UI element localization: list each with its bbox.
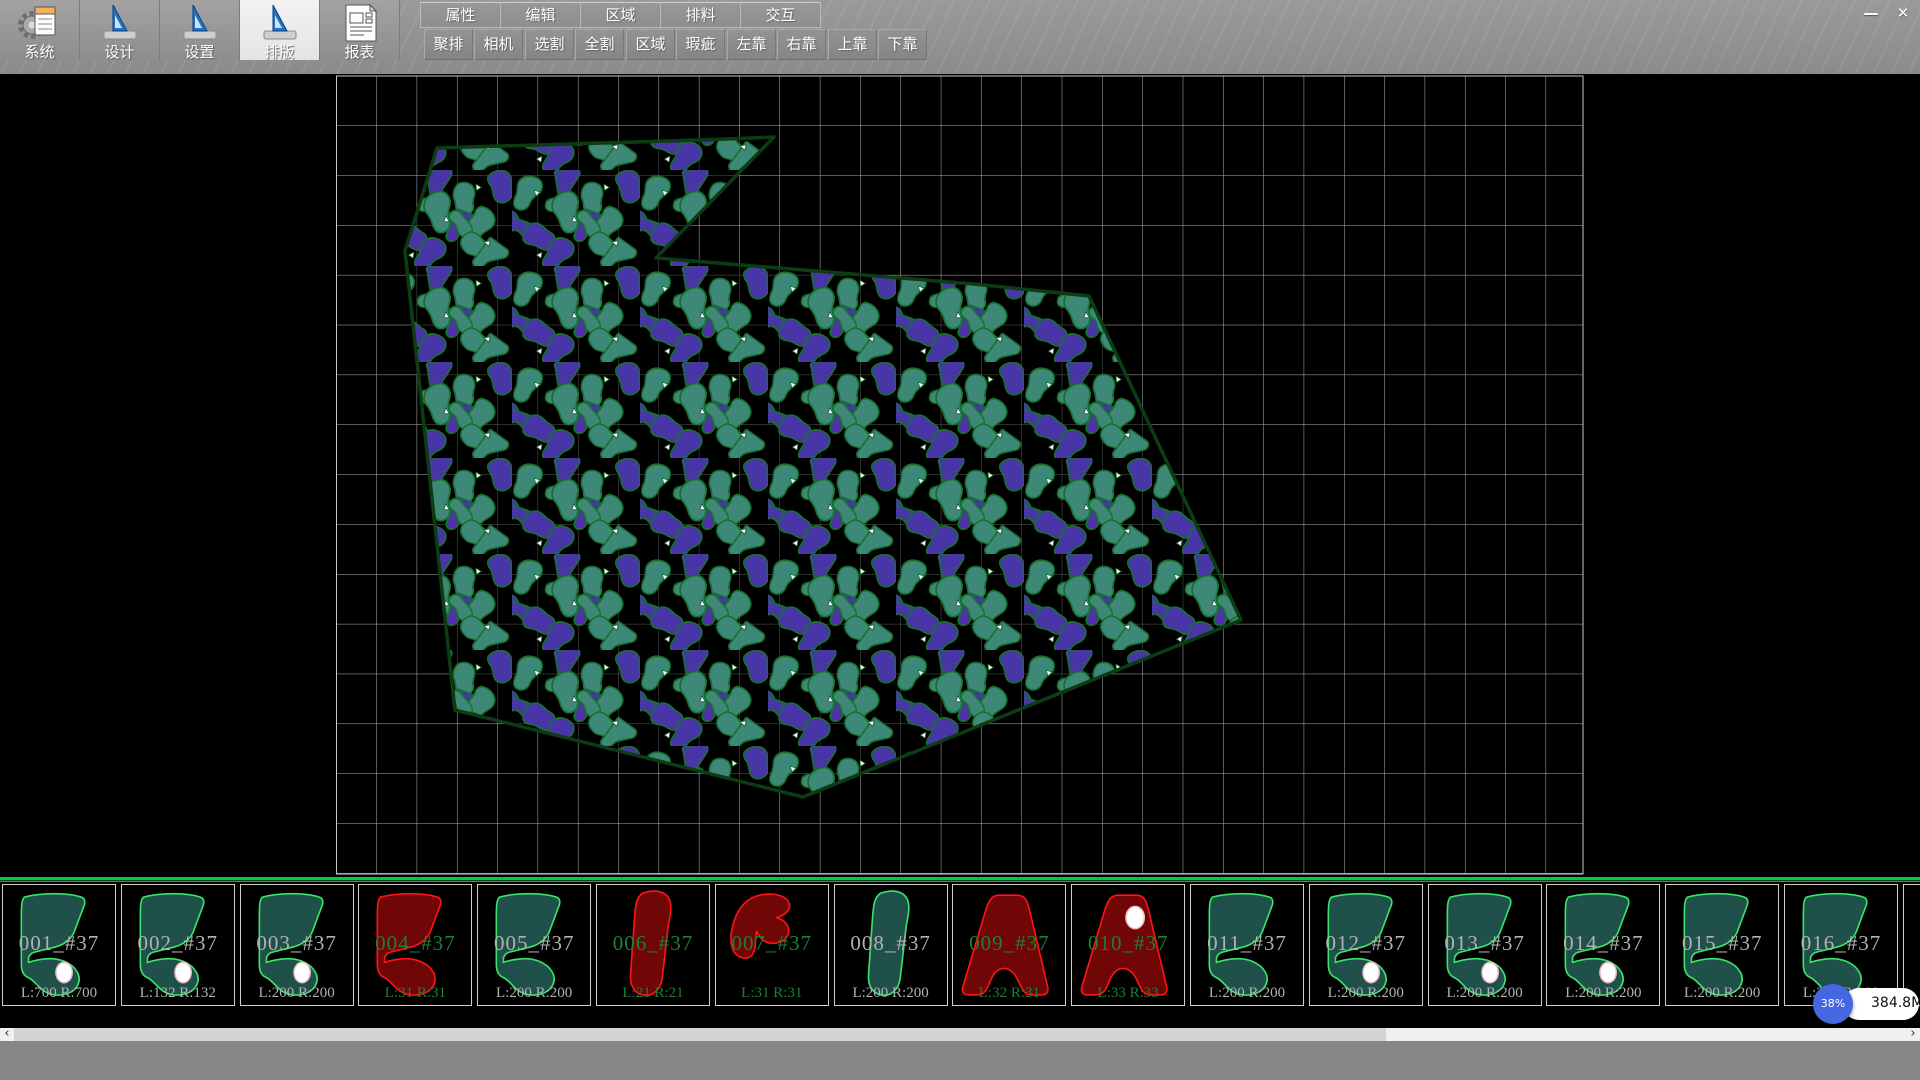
- memory-percent-text: 38%: [1813, 997, 1853, 1010]
- thumb-lr-count: L:700 R:700: [3, 985, 115, 1002]
- thumb-label: 011_#37: [1191, 931, 1303, 956]
- tab-system[interactable]: 系统: [0, 0, 80, 60]
- gear-system-icon: [18, 3, 62, 43]
- scroll-left-arrow[interactable]: ‹: [0, 1028, 14, 1041]
- tab-label: 排版: [240, 41, 319, 62]
- thumb-label: 006_#37: [597, 931, 709, 956]
- thumb-lr-count: L:32 R:31: [953, 985, 1065, 1002]
- thumb-label: 007_#37: [716, 931, 828, 956]
- thumb-lr-count: L:31 R:31: [716, 985, 828, 1002]
- thumbnail[interactable]: 007_#37 L:31 R:31: [715, 884, 829, 1006]
- thumbnail[interactable]: 009_#37 L:32 R:31: [952, 884, 1066, 1006]
- thumb-label: 009_#37: [953, 931, 1065, 956]
- memory-percent-circle: 38%: [1813, 984, 1853, 1024]
- tool-align-left[interactable]: 左靠: [727, 29, 776, 60]
- memory-size-text: 384.8M: [1871, 995, 1920, 1011]
- tool-region[interactable]: 区域: [626, 29, 675, 60]
- ruler-design-icon: [98, 3, 142, 43]
- tool-cluster-nest[interactable]: 聚排: [424, 29, 473, 60]
- tool-cut-all[interactable]: 全割: [575, 29, 624, 60]
- thumbnail[interactable]: 005_#37 L:200 R:200: [477, 884, 591, 1006]
- thumb-lr-count: L:33 R:33: [1072, 985, 1184, 1002]
- tab-settings[interactable]: 设置: [160, 0, 240, 60]
- menu-region[interactable]: 区域: [580, 2, 661, 28]
- thumb-lr-count: L:200 R:200: [241, 985, 353, 1002]
- menu-edit[interactable]: 编辑: [500, 2, 581, 28]
- thumbnail[interactable]: 001_#37 L:700 R:700: [2, 884, 116, 1006]
- thumb-lr-count: L:132 R:132: [122, 985, 234, 1002]
- thumbnail[interactable]: 013_#37 L:200 R:200: [1428, 884, 1542, 1006]
- ruler-settings-icon: [178, 3, 222, 43]
- status-bar: [0, 1041, 1920, 1080]
- thumbnail-strip: 001_#37 L:700 R:700 002_#37 L:132 R:132 …: [0, 877, 1920, 1028]
- thumb-label: 004_#37: [359, 931, 471, 956]
- report-document-icon: [338, 3, 382, 43]
- thumb-lr-count: L:200 R:200: [1429, 985, 1541, 1002]
- menu-interact[interactable]: 交互: [740, 2, 821, 28]
- tab-nesting-active[interactable]: 排版: [240, 0, 320, 60]
- thumb-lr-count: L:200 R:200: [1547, 985, 1659, 1002]
- menu-properties[interactable]: 属性: [420, 2, 501, 28]
- memory-size-pill: 384.8M: [1843, 988, 1919, 1020]
- menu-nesting[interactable]: 排料: [660, 2, 741, 28]
- tab-label: 设置: [160, 41, 239, 62]
- ruler-nesting-icon: [258, 3, 302, 43]
- nesting-view: [0, 74, 1920, 877]
- memory-badge: 384.8M 38%: [1813, 984, 1920, 1026]
- tool-camera[interactable]: 相机: [474, 29, 523, 60]
- thumb-label: 003_#37: [241, 931, 353, 956]
- thumbnail[interactable]: 003_#37 L:200 R:200: [240, 884, 354, 1006]
- nesting-canvas[interactable]: [0, 74, 1920, 877]
- tool-select-cut[interactable]: 选割: [525, 29, 574, 60]
- thumbnail[interactable]: 008_#37 L:200 R:200: [834, 884, 948, 1006]
- thumb-label: 002_#37: [122, 931, 234, 956]
- tab-label: 设计: [80, 41, 159, 62]
- horizontal-scrollbar[interactable]: ‹ ›: [0, 1028, 1920, 1041]
- tool-align-right[interactable]: 右靠: [777, 29, 826, 60]
- thumb-lr-count: L:200 R:200: [1666, 985, 1778, 1002]
- tool-defect[interactable]: 瑕疵: [676, 29, 725, 60]
- thumb-label: 016_#37: [1785, 931, 1897, 956]
- thumb-lr-count: L:200 R:200: [835, 985, 947, 1002]
- thumb-label: 001_#37: [3, 931, 115, 956]
- thumbnail[interactable]: 002_#37 L:132 R:132: [121, 884, 235, 1006]
- tab-design[interactable]: 设计: [80, 0, 160, 60]
- thumb-lr-count: L:31 R:31: [359, 985, 471, 1002]
- thumbnail[interactable]: 006_#37 L:21 R:21: [596, 884, 710, 1006]
- scroll-right-arrow[interactable]: ›: [1906, 1028, 1920, 1041]
- thumbnail[interactable]: 011_#37 L:200 R:200: [1190, 884, 1304, 1006]
- thumbnail[interactable]: 015_#37 L:200 R:200: [1665, 884, 1779, 1006]
- tab-report[interactable]: 报表: [320, 0, 400, 60]
- minimize-button[interactable]: —: [1856, 4, 1886, 23]
- thumb-label: 008_#37: [835, 931, 947, 956]
- thumbnail[interactable]: 012_#37 L:200 R:200: [1309, 884, 1423, 1006]
- tool-align-top[interactable]: 上靠: [828, 29, 877, 60]
- thumb-label: 015_#37: [1666, 931, 1778, 956]
- thumb-lr-count: L:200 R:200: [478, 985, 590, 1002]
- thumb-lr-count: L:200 R:200: [1310, 985, 1422, 1002]
- thumb-label: 014_#37: [1547, 931, 1659, 956]
- tab-label: 报表: [320, 41, 399, 62]
- scrollbar-thumb[interactable]: [14, 1028, 1386, 1041]
- strip-divider-line: [0, 877, 1920, 883]
- thumbnail[interactable]: 014_#37 L:200 R:200: [1546, 884, 1660, 1006]
- toolbar: 系统 设计 设置 排版: [0, 0, 1920, 74]
- thumb-lr-count: L:21 R:21: [597, 985, 709, 1002]
- thumb-label: 012_#37: [1310, 931, 1422, 956]
- tab-label: 系统: [0, 41, 79, 62]
- thumb-lr-count: L:200 R:200: [1191, 985, 1303, 1002]
- close-button[interactable]: ✕: [1888, 4, 1918, 23]
- tool-align-bottom[interactable]: 下靠: [878, 29, 927, 60]
- thumbnail[interactable]: 004_#37 L:31 R:31: [358, 884, 472, 1006]
- thumb-label: 013_#37: [1429, 931, 1541, 956]
- thumb-label: 005_#37: [478, 931, 590, 956]
- thumbnail[interactable]: 010_#37 L:33 R:33: [1071, 884, 1185, 1006]
- thumb-label: 010_#37: [1072, 931, 1184, 956]
